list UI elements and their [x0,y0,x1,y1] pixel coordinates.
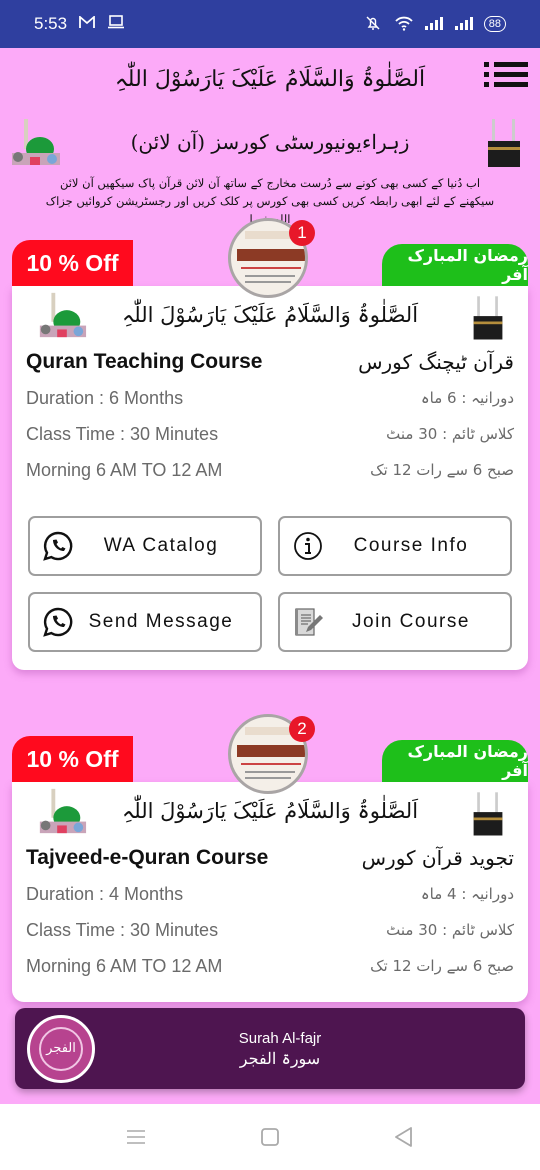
course-card-body: اَلصَّلٰوۃُ وَالسَّلَامُ عَلَیْکَ یَارَس… [12,782,528,1002]
audio-player[interactable]: الفجر Surah Al-fajr سورۃ الفجر [15,1008,525,1089]
course-number-badge: 1 [289,220,315,246]
course-title-en: Tajveed-e-Quran Course [26,846,269,869]
timing-ur: صبح 6 سے رات 12 تک [370,957,514,975]
duration-en: Duration : 6 Months [26,387,184,408]
green-dome-icon [39,292,87,338]
card-salawat: اَلصَّلٰوۃُ وَالسَّلَامُ عَلَیْکَ یَارَس… [121,303,419,327]
gmail-icon [79,14,95,34]
button-label: Course Info [353,535,469,556]
info-icon [294,532,322,560]
course-card-body: اَلصَّلٰوۃُ وَالسَّلَامُ عَلَیْکَ یَارَس… [12,286,528,670]
home-icon[interactable] [258,1125,282,1149]
duration-en: Duration : 4 Months [26,883,184,904]
mute-icon [362,15,384,34]
green-dome-icon [39,788,87,834]
duration-ur: دورانیہ : 4 ماہ [420,885,514,903]
surah-art-label: الفجر [39,1026,83,1071]
join-course-button[interactable]: Join Course [278,592,512,652]
ramadan-offer-badge: رمضان المبارک آفر [382,244,528,286]
battery-indicator: 88 [483,16,506,32]
signal-icon [424,16,444,33]
course-info-button[interactable]: Course Info [278,516,512,576]
course-title-ur: قرآن ٹیچنگ کورس [358,350,514,374]
discount-badge: 10 % Off [12,240,133,286]
surah-artwork[interactable]: الفجر [27,1014,95,1083]
card-salawat: اَلصَّلٰوۃُ وَالسَّلَامُ عَلَیْکَ یَارَس… [121,799,419,823]
menu-list-icon [484,62,528,87]
course-card[interactable]: 10 % Off 1 رمضان المبارک آفر اَلصَّلٰوۃُ… [12,218,528,670]
button-label: WA Catalog [103,535,219,556]
back-icon[interactable] [392,1125,416,1149]
whatsapp-icon [43,531,73,561]
course-number-badge: 2 [289,716,315,742]
wifi-icon [394,15,414,34]
wa-catalog-button[interactable]: WA Catalog [28,516,262,576]
intro-line: اب دُنیا کے کسی بھی کونے سے دُرست مخارج … [59,176,481,190]
recents-icon[interactable] [124,1125,148,1149]
laptop-icon [107,14,125,34]
send-message-button[interactable]: Send Message [28,592,262,652]
button-label: Send Message [88,611,234,632]
status-bar: 5:53 88 [0,0,540,48]
signal-icon [454,16,474,33]
button-label: Join Course [352,611,470,632]
discount-badge: 10 % Off [12,736,133,782]
kaaba-icon [473,296,503,340]
timing-ur: صبح 6 سے رات 12 تک [370,461,514,479]
university-banner: زہراءیونیورسٹی کورسز (آن لائن) [0,110,540,174]
player-subtitle: سورۃ الفجر [239,1048,321,1068]
player-title: Surah Al-fajr [238,1029,322,1047]
course-title-ur: تجوید قرآن کورس [361,846,514,870]
class-time-en: Class Time : 30 Minutes [26,919,219,940]
header-salawat: اَلصَّلٰوۃُ وَالسَّلَامُ عَلَیْکَ یَارَس… [114,66,426,92]
course-title-en: Quran Teaching Course [26,350,263,373]
app-screen: اَلصَّلٰوۃُ وَالسَّلَامُ عَلَیْکَ یَارَس… [0,48,540,1104]
status-time: 5:53 [34,14,68,33]
registration-form-icon [295,608,323,636]
system-nav-bar [0,1104,540,1170]
course-card[interactable]: 10 % Off 2 رمضان المبارک آفر اَلصَّلٰوۃُ… [12,714,528,1002]
university-title: زہراءیونیورسٹی کورسز (آن لائن) [130,130,410,154]
menu-button[interactable] [484,62,528,94]
duration-ur: دورانیہ : 6 ماہ [420,389,514,407]
ramadan-offer-badge: رمضان المبارک آفر [382,740,528,782]
kaaba-icon [473,792,503,836]
timing-en: Morning 6 AM TO 12 AM [26,459,223,480]
class-time-en: Class Time : 30 Minutes [26,423,219,444]
kaaba-icon [488,119,520,167]
timing-en: Morning 6 AM TO 12 AM [26,955,223,976]
green-dome-icon [12,119,60,165]
class-time-ur: کلاس ٹائم : 30 منٹ [386,425,514,443]
class-time-ur: کلاس ٹائم : 30 منٹ [386,921,514,939]
whatsapp-icon [43,607,73,637]
app-header: اَلصَّلٰوۃُ وَالسَّلَامُ عَلَیْکَ یَارَس… [0,48,540,110]
